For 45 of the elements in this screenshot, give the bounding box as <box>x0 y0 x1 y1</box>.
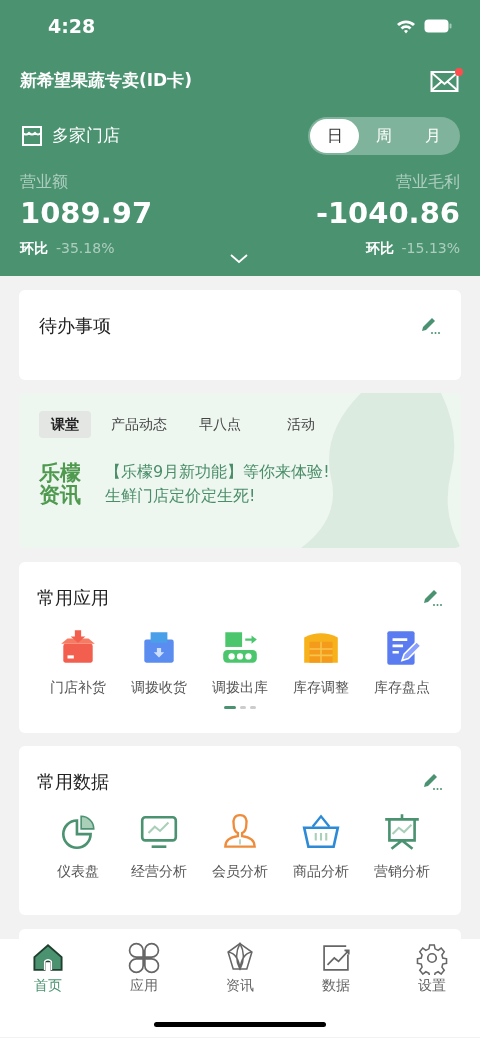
shortcut-item[interactable]: 门店补货 <box>37 627 119 698</box>
store-icon <box>20 124 44 148</box>
period-tab[interactable]: 日 <box>310 119 360 153</box>
news-headline[interactable]: 生鲜门店定价定生死! <box>105 484 330 508</box>
news-tab[interactable]: 活动 <box>275 411 327 438</box>
tab-bar-item[interactable]: 设置 <box>384 939 480 996</box>
shortcut-item[interactable]: 营销分析 <box>361 811 443 882</box>
shortcut-item[interactable]: 库存调整 <box>280 627 362 698</box>
shortcut-item[interactable]: 经营分析 <box>118 811 200 882</box>
news-tab[interactable]: 产品动态 <box>99 411 179 438</box>
shortcut-item[interactable]: 调拨收货 <box>118 627 200 698</box>
metric-label: 营业额 <box>20 171 69 193</box>
tab-bar-item[interactable]: 资讯 <box>192 939 288 996</box>
card-title: 待办事项 <box>39 314 111 338</box>
news-logo: 乐檬 资讯 <box>39 461 81 507</box>
mail-icon <box>430 69 460 94</box>
metric-value: 1089.97 <box>20 198 153 230</box>
four-petal-icon <box>127 941 161 975</box>
metric-value: -1040.86 <box>315 198 460 230</box>
card-title: 常用应用 <box>37 586 109 610</box>
shortcut-item[interactable]: 商品分析 <box>280 811 362 882</box>
store-selector[interactable]: 多家门店 <box>20 123 120 149</box>
card-title: 常用数据 <box>37 770 109 794</box>
tab-bar-item[interactable]: 首页 <box>0 939 96 996</box>
metric-label: 营业毛利 <box>395 171 460 193</box>
news-tab[interactable]: 课堂 <box>39 411 91 438</box>
store-title: 新希望果蔬专卖(ID卡) <box>20 69 192 93</box>
chevron-down-icon[interactable] <box>230 253 248 264</box>
shortcut-item[interactable]: 仪表盘 <box>37 811 119 882</box>
news-tab[interactable]: 早八点 <box>187 411 253 438</box>
shortcut-item[interactable]: 调拨出库 <box>199 627 281 698</box>
shortcut-item[interactable]: 库存盘点 <box>361 627 443 698</box>
wifi-icon <box>396 18 416 34</box>
compare-value: -35.18% <box>56 238 115 258</box>
shortcut-item[interactable]: 会员分析 <box>199 811 281 882</box>
mail-button[interactable] <box>430 68 460 94</box>
settings-icon <box>415 941 449 975</box>
tab-bar-item[interactable]: 数据 <box>288 939 384 996</box>
compare-label: 环比 <box>20 238 48 258</box>
compare-label: 环比 <box>365 238 394 258</box>
news-headline[interactable]: 【乐檬9月新功能】等你来体验! <box>105 460 330 484</box>
compare-value: -15.13% <box>401 238 460 258</box>
tab-bar-item[interactable]: 应用 <box>96 939 192 996</box>
status-time: 4:28 <box>48 13 96 39</box>
battery-icon <box>424 19 452 33</box>
